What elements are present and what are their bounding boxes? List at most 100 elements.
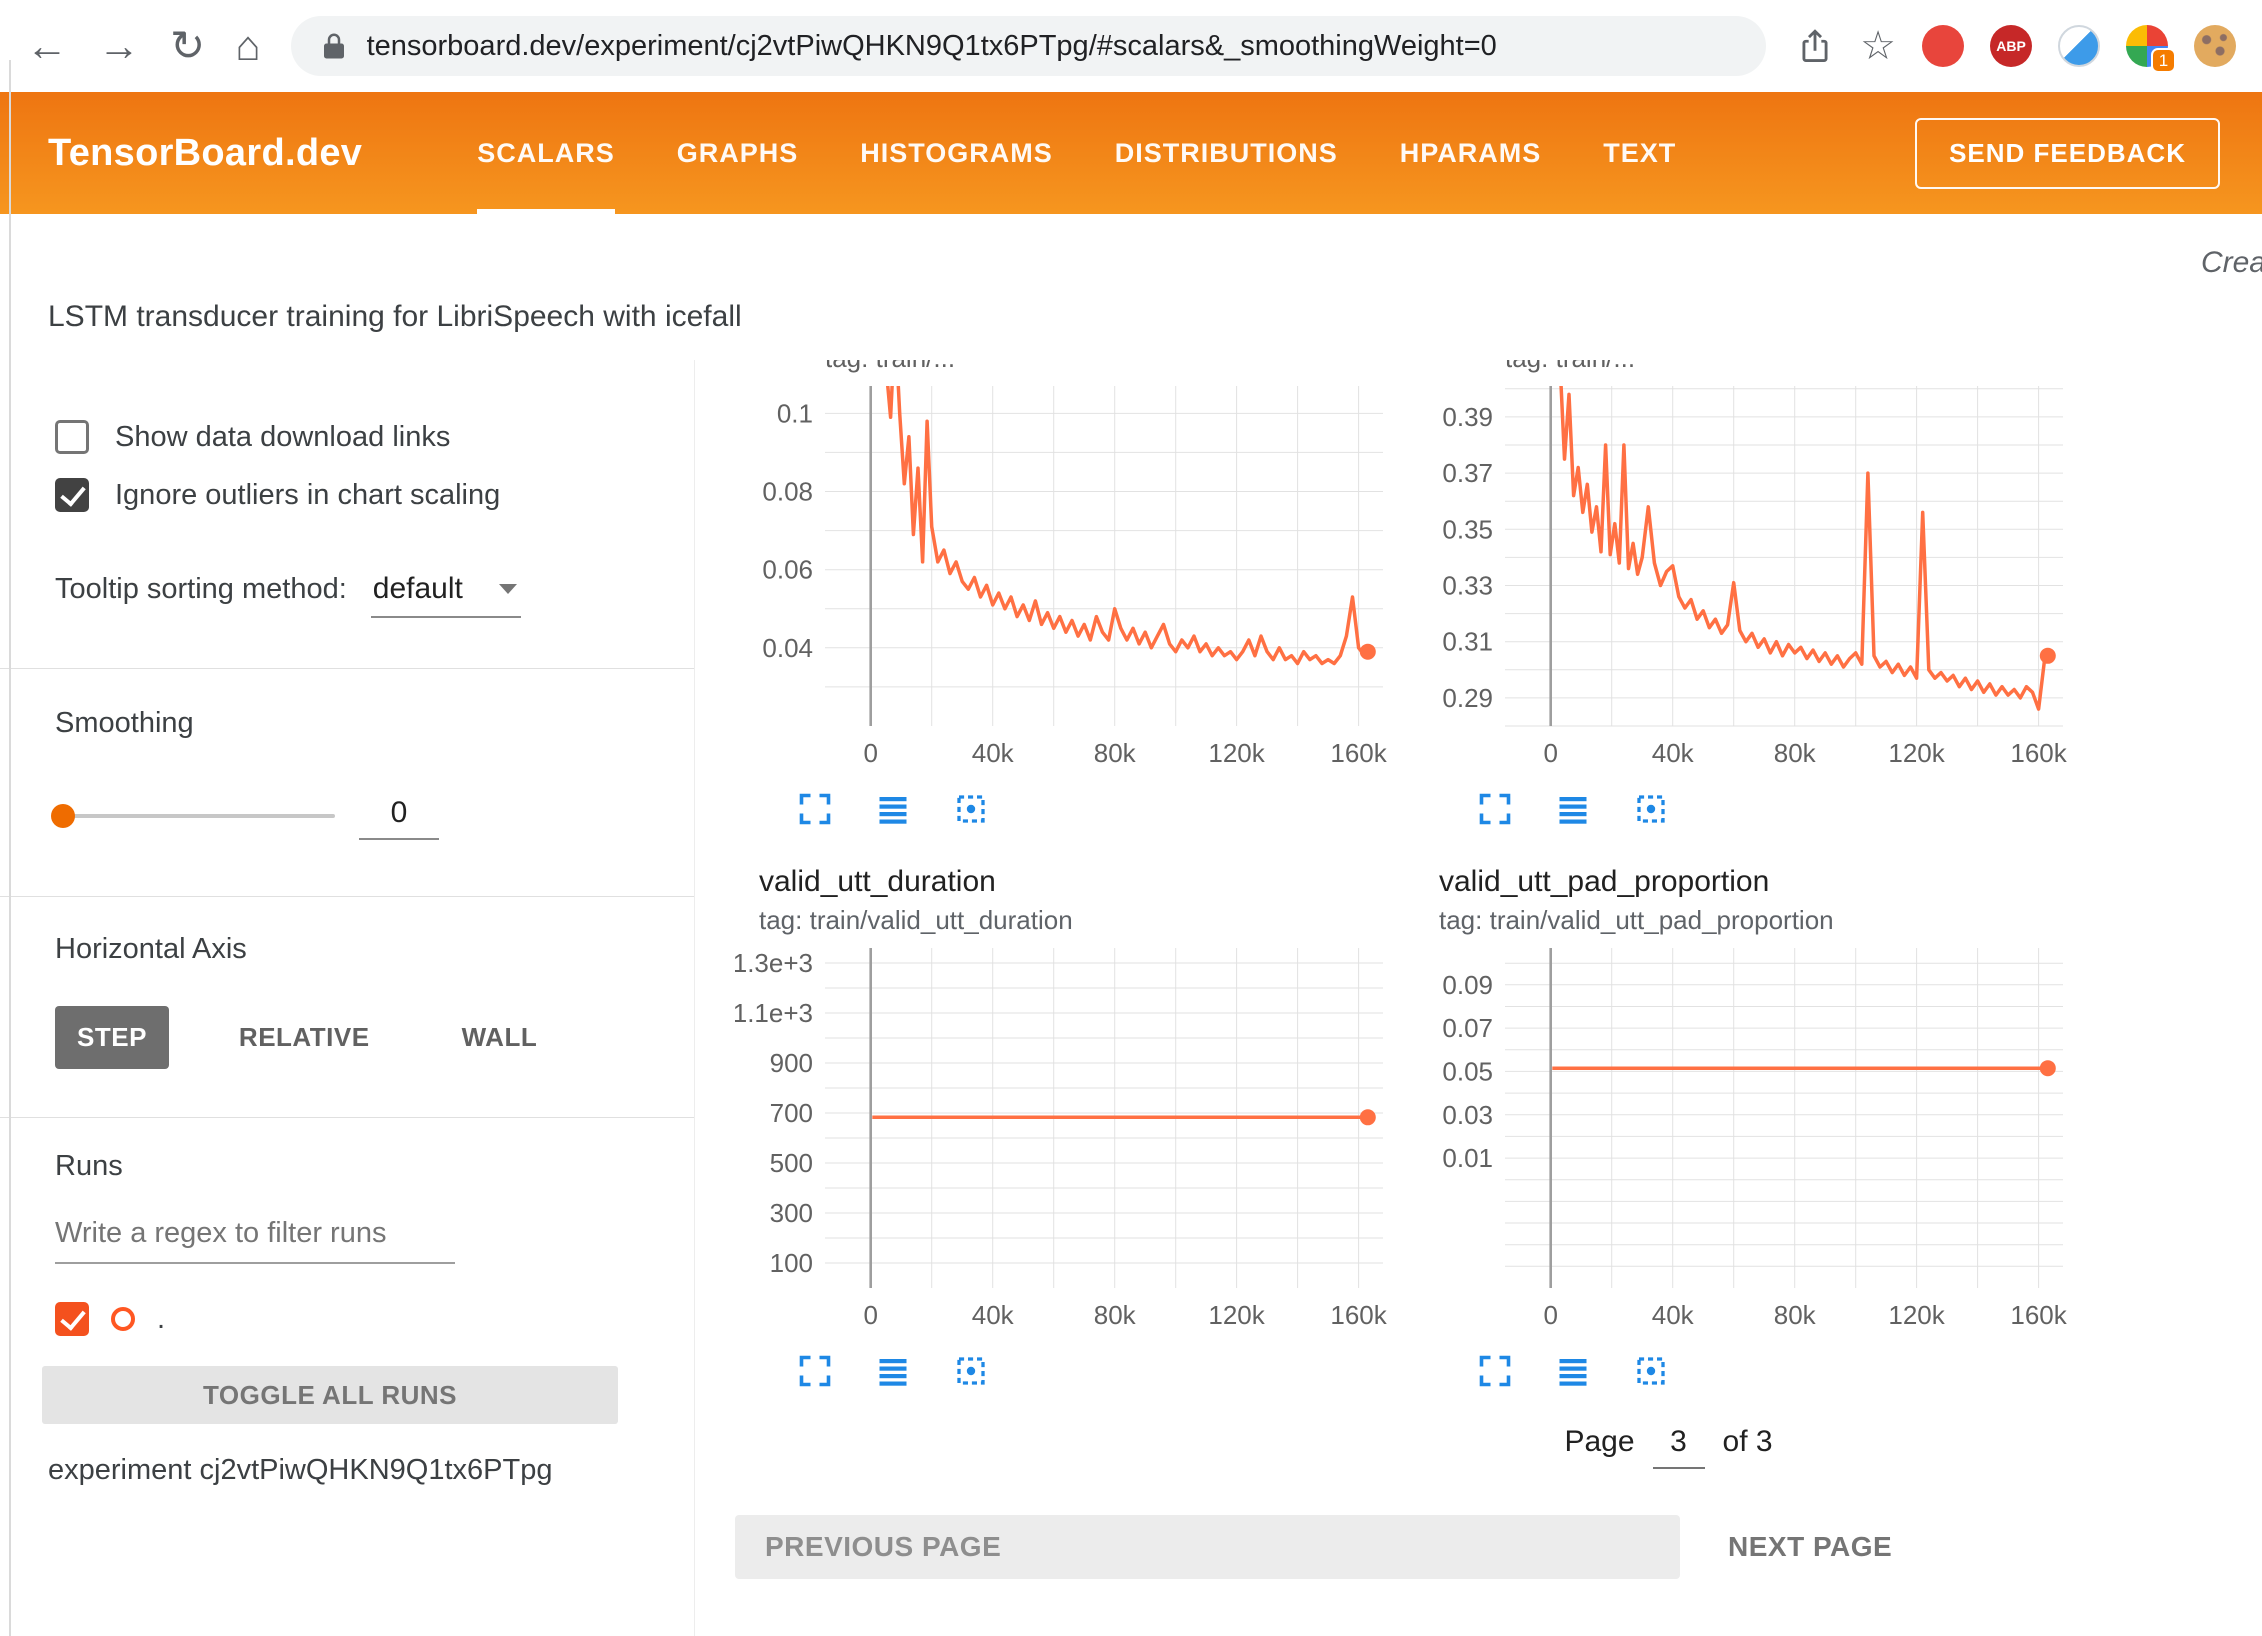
profile-badge: 1 — [2151, 48, 2176, 73]
ignore-outliers-label: Ignore outliers in chart scaling — [115, 479, 500, 512]
page-label: Page — [1564, 1425, 1634, 1459]
chart-tag: tag: train/valid_utt_duration — [759, 905, 1407, 936]
url-text[interactable]: tensorboard.dev/experiment/cj2vtPiwQHKN9… — [367, 30, 1497, 63]
svg-text:160k: 160k — [2010, 738, 2067, 768]
home-icon[interactable]: ⌂ — [235, 25, 260, 67]
back-icon[interactable]: ← — [26, 25, 68, 67]
extension-icon-1[interactable] — [1922, 25, 1964, 67]
svg-text:0.05: 0.05 — [1442, 1056, 1493, 1086]
svg-text:1.3e+3: 1.3e+3 — [735, 948, 813, 978]
scalar-chart[interactable]: 0.010.030.050.070.09040k80k120k160k — [1415, 938, 2087, 1343]
fit-domain-icon[interactable] — [1629, 787, 1673, 831]
horizontal-axis-label: Horizontal Axis — [55, 933, 664, 966]
profile-avatar[interactable]: 1 — [2126, 25, 2168, 67]
svg-text:900: 900 — [770, 1048, 813, 1078]
run-color-swatch[interactable] — [111, 1307, 135, 1331]
scrollbar[interactable] — [9, 60, 11, 1636]
scalar-chart[interactable]: 1003005007009001.1e+31.3e+3040k80k120k16… — [735, 938, 1407, 1343]
svg-text:120k: 120k — [1888, 738, 1945, 768]
chart-toolbar — [1473, 1349, 2087, 1393]
scalar-chart[interactable]: 0.040.060.080.1040k80k120k160k — [735, 376, 1407, 781]
show-download-checkbox[interactable] — [55, 420, 89, 454]
extension-icon-2[interactable] — [2058, 25, 2100, 67]
lines-icon[interactable] — [871, 1349, 915, 1393]
chart-card-top-right: tag: train/... 0.290.310.330.350.370.390… — [1415, 360, 2087, 831]
previous-page-button[interactable]: PREVIOUS PAGE — [735, 1515, 1680, 1579]
tab-scalars[interactable]: SCALARS — [477, 92, 615, 214]
tab-text[interactable]: TEXT — [1603, 92, 1676, 214]
fit-domain-icon[interactable] — [949, 787, 993, 831]
axis-wall-button[interactable]: WALL — [440, 1006, 560, 1069]
svg-text:700: 700 — [770, 1098, 813, 1128]
axis-relative-button[interactable]: RELATIVE — [217, 1006, 392, 1069]
runs-filter-input[interactable] — [55, 1211, 455, 1264]
axis-step-button[interactable]: STEP — [55, 1006, 169, 1069]
created-label-clipped: Crea — [2201, 246, 2262, 280]
svg-text:0: 0 — [863, 1300, 877, 1330]
chart-tag: tag: train/valid_utt_pad_proportion — [1439, 905, 2087, 936]
svg-text:0.39: 0.39 — [1442, 402, 1493, 432]
svg-text:80k: 80k — [1094, 738, 1137, 768]
svg-text:500: 500 — [770, 1148, 813, 1178]
svg-text:0.35: 0.35 — [1442, 514, 1493, 544]
svg-text:80k: 80k — [1774, 738, 1817, 768]
svg-text:0.07: 0.07 — [1442, 1013, 1493, 1043]
page: ← → ↻ ⌂ tensorboard.dev/experiment/cj2vt… — [0, 0, 2262, 1636]
run-checkbox[interactable] — [55, 1302, 89, 1336]
fit-domain-icon[interactable] — [949, 1349, 993, 1393]
lock-icon — [319, 31, 349, 61]
svg-text:120k: 120k — [1888, 1300, 1945, 1330]
smoothing-slider[interactable] — [55, 814, 335, 818]
expand-icon[interactable] — [793, 1349, 837, 1393]
fit-domain-icon[interactable] — [1629, 1349, 1673, 1393]
address-bar[interactable]: tensorboard.dev/experiment/cj2vtPiwQHKN9… — [291, 16, 1767, 76]
app-logo[interactable]: TensorBoard.dev — [48, 132, 362, 175]
svg-text:0.37: 0.37 — [1442, 458, 1493, 488]
tab-hparams[interactable]: HPARAMS — [1400, 92, 1542, 214]
scalar-chart[interactable]: 0.290.310.330.350.370.39040k80k120k160k — [1415, 376, 2087, 781]
page-number-input[interactable] — [1653, 1423, 1705, 1469]
lines-icon[interactable] — [1551, 1349, 1595, 1393]
tooltip-sort-label: Tooltip sorting method: — [55, 573, 347, 606]
svg-text:0.06: 0.06 — [762, 555, 813, 585]
tab-graphs[interactable]: GRAPHS — [677, 92, 799, 214]
runs-label: Runs — [55, 1150, 664, 1183]
forward-icon[interactable]: → — [98, 25, 140, 67]
chart-card-valid-utt-duration: valid_utt_duration tag: train/valid_utt_… — [735, 831, 1407, 1393]
toggle-all-runs-button[interactable]: TOGGLE ALL RUNS — [42, 1366, 618, 1424]
chart-title: valid_utt_duration — [759, 865, 1407, 899]
experiment-subheader: Crea LSTM transducer training for LibriS… — [0, 214, 2262, 360]
ignore-outliers-checkbox[interactable] — [55, 478, 89, 512]
svg-text:0.03: 0.03 — [1442, 1100, 1493, 1130]
cookie-extension-icon[interactable] — [2194, 25, 2236, 67]
svg-text:80k: 80k — [1774, 1300, 1817, 1330]
expand-icon[interactable] — [1473, 1349, 1517, 1393]
expand-icon[interactable] — [793, 787, 837, 831]
chart-card-valid-utt-pad-proportion: valid_utt_pad_proportion tag: train/vali… — [1415, 831, 2087, 1393]
svg-text:0.04: 0.04 — [762, 633, 813, 663]
lines-icon[interactable] — [871, 787, 915, 831]
bookmark-star-icon[interactable]: ☆ — [1860, 23, 1896, 69]
tab-distributions[interactable]: DISTRIBUTIONS — [1115, 92, 1338, 214]
pager-buttons: PREVIOUS PAGE NEXT PAGE — [735, 1515, 2262, 1579]
lines-icon[interactable] — [1551, 787, 1595, 831]
smoothing-label: Smoothing — [55, 707, 664, 740]
tooltip-sort-select[interactable]: default — [371, 570, 521, 618]
svg-text:0.1: 0.1 — [777, 398, 813, 428]
svg-text:40k: 40k — [1652, 738, 1695, 768]
svg-text:0: 0 — [1543, 1300, 1557, 1330]
tab-histograms[interactable]: HISTOGRAMS — [860, 92, 1053, 214]
svg-text:160k: 160k — [2010, 1300, 2067, 1330]
chart-card-top-left: tag: train/... 0.040.060.080.1040k80k120… — [735, 360, 1407, 831]
reload-icon[interactable]: ↻ — [170, 25, 205, 67]
expand-icon[interactable] — [1473, 787, 1517, 831]
slider-thumb[interactable] — [51, 804, 75, 828]
send-feedback-button[interactable]: SEND FEEDBACK — [1915, 118, 2220, 189]
svg-text:160k: 160k — [1330, 738, 1387, 768]
extension-abp-icon[interactable]: ABP — [1990, 25, 2032, 67]
next-page-button[interactable]: NEXT PAGE — [1728, 1531, 1892, 1563]
tensorboard-header: TensorBoard.dev SCALARS GRAPHS HISTOGRAM… — [0, 92, 2262, 214]
svg-text:0: 0 — [863, 738, 877, 768]
share-icon[interactable] — [1796, 27, 1834, 65]
smoothing-value-input[interactable] — [359, 792, 439, 840]
